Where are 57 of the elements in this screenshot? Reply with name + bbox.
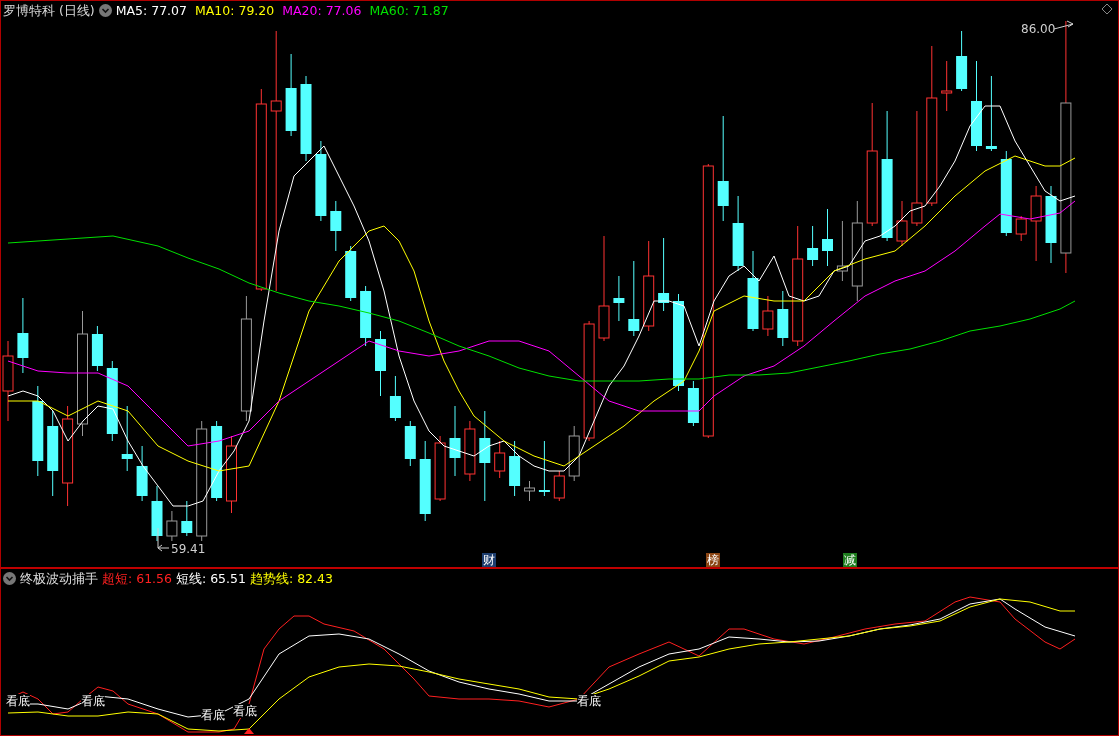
candlestick <box>956 30 968 92</box>
indicator-title: 终极波动捕手 <box>20 571 98 586</box>
dropdown-icon[interactable] <box>98 4 112 17</box>
candlestick <box>91 325 103 372</box>
candlestick <box>762 295 774 337</box>
indicator-value: 趋势线: 82.43 <box>249 571 333 586</box>
high-price-label: 86.00 <box>1021 22 1056 36</box>
candlestick <box>509 440 521 497</box>
triangle-icon <box>244 728 254 734</box>
arrow-icon <box>157 527 170 552</box>
candlestick <box>1015 215 1027 242</box>
candlestick <box>538 440 550 497</box>
candlestick <box>330 200 342 252</box>
indicator-value: MA5: 77.07 <box>115 3 187 18</box>
indicator-value: 短线: 65.51 <box>176 571 246 586</box>
signal-label: 看底 <box>201 708 225 722</box>
candlestick <box>375 330 386 397</box>
event-marker[interactable]: 减 <box>843 553 857 567</box>
signal-label: 看底 <box>81 694 105 708</box>
candlestick <box>553 470 565 502</box>
low-price-label: 59.41 <box>171 542 206 556</box>
candlestick <box>777 290 789 347</box>
indicator-value: MA60: 71.87 <box>369 3 449 18</box>
signal-label: 看底 <box>6 694 30 708</box>
indicator-value: MA20: 77.06 <box>282 3 362 18</box>
candlestick <box>524 480 535 502</box>
candlestick <box>389 375 401 422</box>
indicator-value: MA10: 79.20 <box>195 3 275 18</box>
arrow-icon <box>1053 20 1074 30</box>
candlestick <box>166 510 178 542</box>
diamond-icon[interactable] <box>1101 3 1113 15</box>
candlestick <box>896 200 908 247</box>
candlestick <box>807 225 819 267</box>
candlestick <box>360 285 372 347</box>
candlestick <box>121 405 133 472</box>
candlestick <box>464 420 476 482</box>
candlestick <box>151 485 163 542</box>
signal-label: 看底 <box>233 704 257 718</box>
candlestick <box>434 435 446 502</box>
indicator-value: 超短: 61.56 <box>102 571 172 586</box>
candlestick <box>494 440 506 479</box>
signal-label: 看底 <box>577 694 601 708</box>
candlestick <box>136 445 148 502</box>
event-marker[interactable]: 财 <box>482 553 496 567</box>
candlestick <box>822 208 833 267</box>
candlestick <box>404 420 416 467</box>
candlestick <box>568 425 580 482</box>
candlestick <box>449 405 461 477</box>
candlestick <box>613 275 625 322</box>
candlestick <box>687 380 699 427</box>
dropdown-icon[interactable] <box>3 572 16 585</box>
chart-title: 罗博特科 (日线) <box>3 3 95 18</box>
candlestick <box>941 60 953 112</box>
candlestick <box>345 245 357 302</box>
candlestick <box>181 500 193 537</box>
event-marker[interactable]: 榜 <box>706 553 720 567</box>
candlestick <box>836 220 848 282</box>
